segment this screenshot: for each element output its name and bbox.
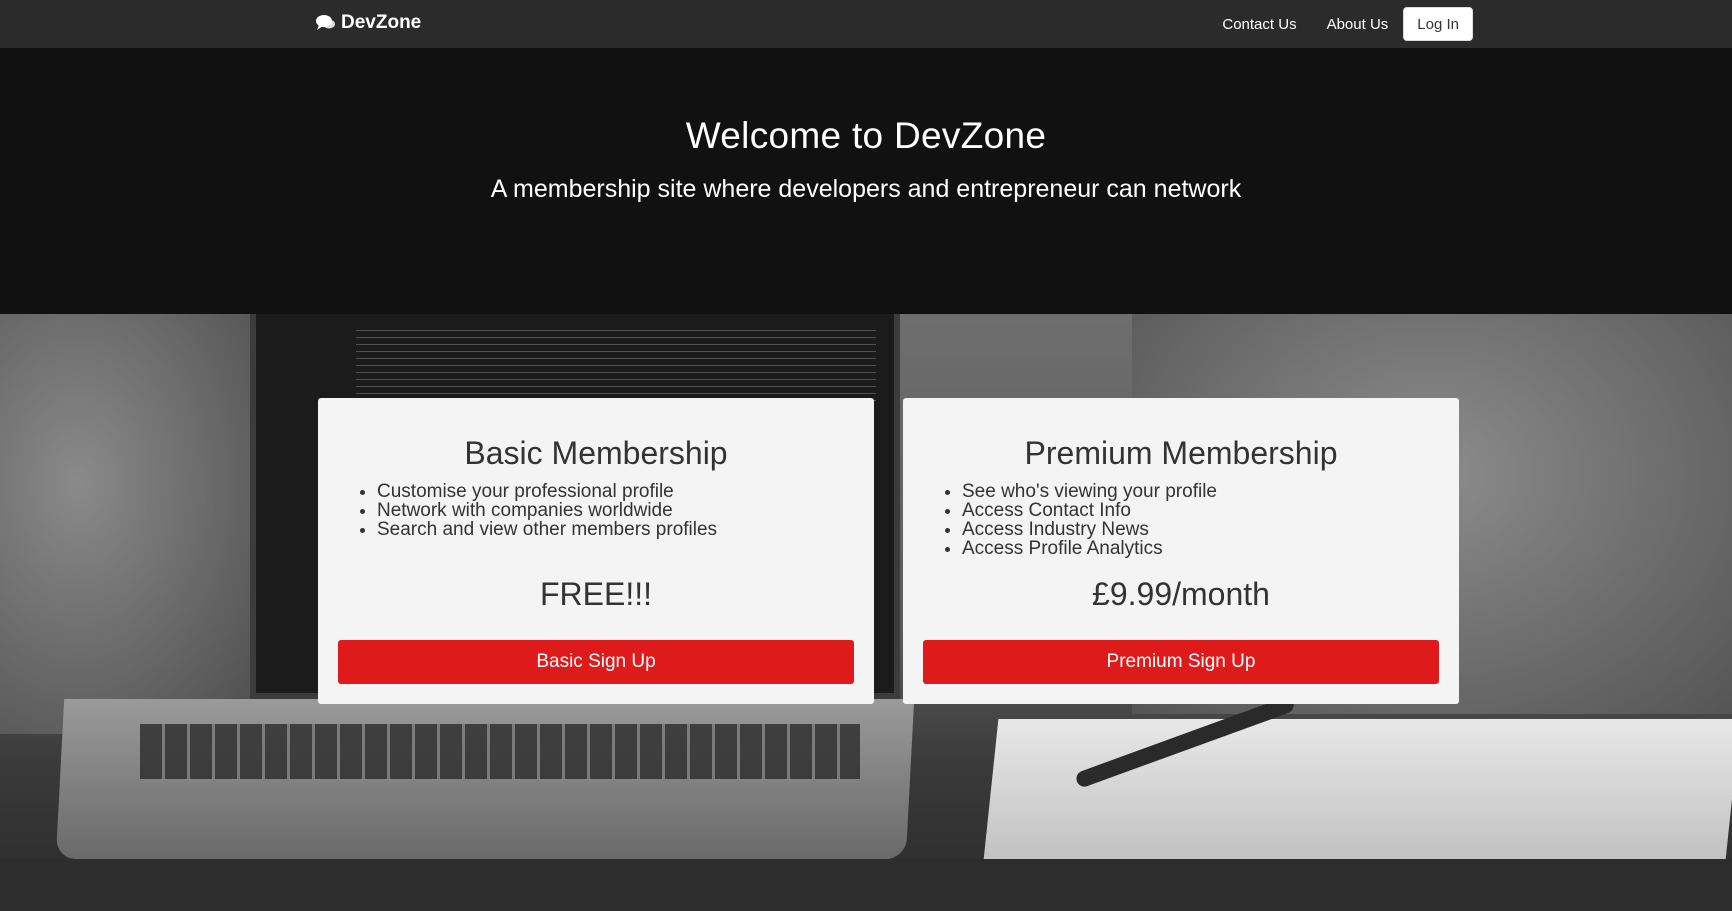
basic-membership-card: Basic Membership Customise your professi… bbox=[318, 398, 874, 704]
login-button[interactable]: Log In bbox=[1403, 7, 1473, 41]
feature-list: Customise your professional profile Netw… bbox=[377, 482, 874, 539]
navbar: DevZone Contact Us About Us Log In bbox=[0, 0, 1732, 48]
premium-signup-button[interactable]: Premium Sign Up bbox=[923, 640, 1439, 684]
feature-item: Customise your professional profile bbox=[377, 482, 874, 501]
brand-link[interactable]: DevZone bbox=[316, 12, 421, 34]
hero-title: Welcome to DevZone bbox=[685, 115, 1047, 156]
card-title: Premium Membership bbox=[1024, 435, 1338, 471]
feature-item: Search and view other members profiles bbox=[377, 520, 874, 539]
feature-item: Network with companies worldwide bbox=[377, 501, 874, 520]
table-surface bbox=[0, 859, 1732, 911]
feature-list: See who's viewing your profile Access Co… bbox=[962, 482, 1459, 558]
premium-membership-card: Premium Membership See who's viewing you… bbox=[903, 398, 1459, 704]
basic-signup-button[interactable]: Basic Sign Up bbox=[338, 640, 854, 684]
brand-name: DevZone bbox=[341, 12, 422, 33]
laptop-keyboard bbox=[140, 724, 860, 779]
comments-icon bbox=[316, 15, 335, 30]
notebook bbox=[981, 719, 1732, 879]
feature-item: See who's viewing your profile bbox=[962, 482, 1459, 501]
code-lines bbox=[356, 324, 876, 404]
nav-contact-us[interactable]: Contact Us bbox=[1222, 16, 1296, 33]
price: FREE!!! bbox=[539, 576, 652, 612]
nav-about-us[interactable]: About Us bbox=[1327, 16, 1389, 33]
feature-item: Access Industry News bbox=[962, 520, 1459, 539]
hero-subtitle: A membership site where developers and e… bbox=[490, 175, 1242, 203]
laptop-base bbox=[55, 699, 915, 859]
nav-links: Contact Us About Us Log In bbox=[1222, 7, 1473, 41]
hero-section: Welcome to DevZone A membership site whe… bbox=[0, 48, 1732, 314]
feature-item: Access Profile Analytics bbox=[962, 539, 1459, 558]
card-title: Basic Membership bbox=[464, 435, 728, 471]
wall-left bbox=[0, 314, 260, 734]
feature-item: Access Contact Info bbox=[962, 501, 1459, 520]
price: £9.99/month bbox=[1092, 576, 1270, 612]
